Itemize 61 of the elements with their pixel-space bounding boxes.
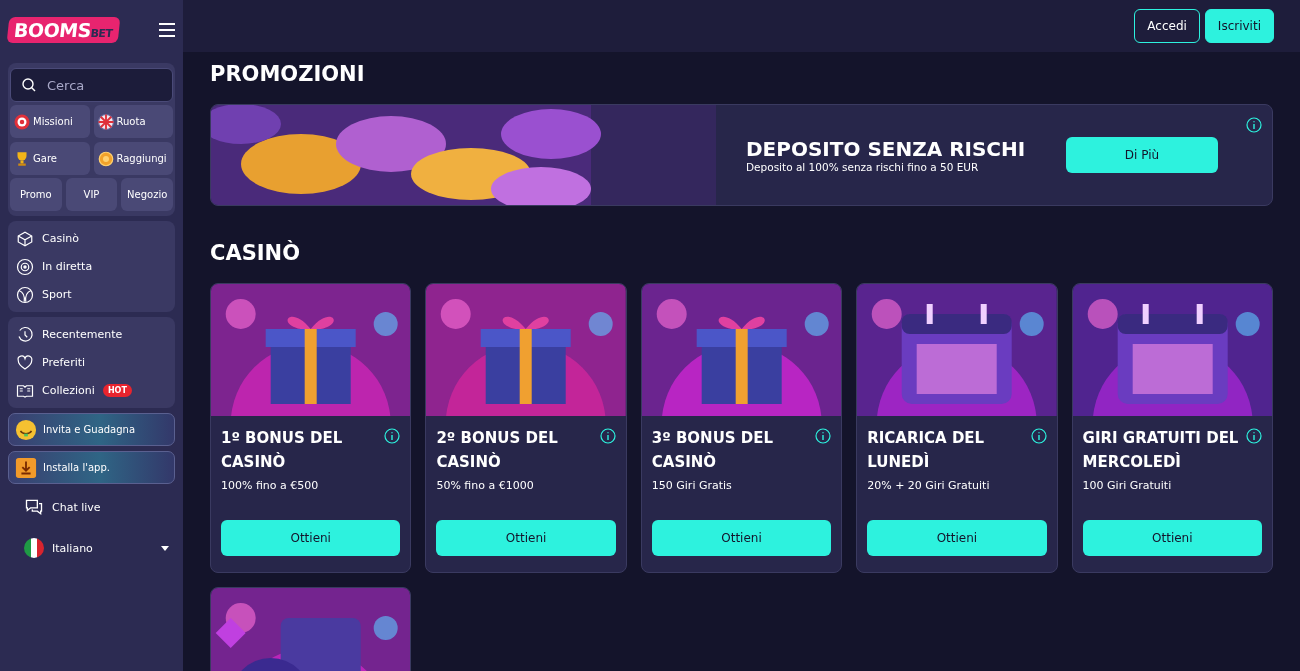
- card-title: 2º BONUS DEL CASINÒ: [436, 428, 559, 473]
- section-title: PROMOZIONI: [210, 62, 366, 86]
- nav-item[interactable]: Preferiti: [10, 350, 173, 375]
- quick-link[interactable]: Negozio: [121, 178, 173, 211]
- search-field[interactable]: Cerca: [10, 68, 173, 102]
- info-icon[interactable]: [815, 428, 832, 444]
- nav-item[interactable]: Sport: [10, 282, 173, 307]
- menu-icon[interactable]: [159, 23, 175, 37]
- nav-item[interactable]: Casinò: [10, 226, 173, 251]
- quick-link[interactable]: Missioni: [10, 105, 90, 138]
- chat-link[interactable]: Chat live: [8, 489, 175, 525]
- hot-badge: HOT: [102, 384, 132, 397]
- card-subtitle: 100% fino a €500: [221, 479, 320, 494]
- smiley-icon: [15, 418, 37, 441]
- card-subtitle: 100 Giri Gratuiti: [1082, 479, 1173, 494]
- card-subtitle: 50% fino a €1000: [436, 479, 535, 494]
- card-title: RICARICA DEL LUNEDÌ: [867, 428, 986, 473]
- caret-icon: [161, 545, 169, 551]
- quick-link[interactable]: Ruota: [93, 105, 173, 138]
- install-app-link[interactable]: Installa l'app.: [8, 451, 175, 484]
- quick-link[interactable]: Raggiungi: [93, 142, 173, 175]
- wheel-icon: [96, 112, 115, 131]
- card-title: GIRI GRATUITI DEL MERCOLEDÌ: [1082, 428, 1240, 473]
- info-icon[interactable]: [1246, 428, 1262, 444]
- info-icon[interactable]: [384, 428, 401, 444]
- card-title: 3º BONUS DEL CASINÒ: [651, 428, 775, 473]
- target-icon: [13, 112, 31, 131]
- logo[interactable]: BOOMSBET: [6, 17, 121, 43]
- live-icon: [16, 257, 34, 276]
- info-icon[interactable]: [1246, 117, 1262, 133]
- card-title: 1º BONUS DEL CASINÒ: [221, 428, 344, 473]
- chat-icon: [24, 497, 44, 517]
- banner-title: DEPOSITO SENZA RISCHI: [746, 137, 1027, 161]
- nav-item[interactable]: Collezioni HOT: [10, 378, 173, 403]
- banner-subtitle: Deposito al 100% senza rischi fino a 50 EUR: [746, 161, 980, 173]
- flag-icon: [24, 538, 44, 558]
- nav-item[interactable]: In diretta: [10, 254, 173, 279]
- heart-icon: [16, 353, 34, 372]
- card-subtitle: 20% + 20 Giri Gratuiti: [867, 479, 991, 494]
- invite-link[interactable]: Invita e Guadagna: [8, 413, 175, 446]
- info-icon[interactable]: [599, 428, 616, 444]
- medal-icon: [96, 149, 115, 168]
- claim-button[interactable]: Ottieni: [651, 520, 832, 556]
- quick-link[interactable]: VIP: [65, 178, 118, 211]
- claim-button[interactable]: Ottieni: [221, 520, 401, 556]
- nav-item[interactable]: Recentemente: [10, 322, 173, 347]
- more-button[interactable]: Di Più: [1066, 137, 1218, 173]
- info-icon[interactable]: [1030, 428, 1047, 444]
- claim-button[interactable]: Ottieni: [867, 520, 1047, 556]
- claim-button[interactable]: Ottieni: [1082, 520, 1262, 556]
- quick-link[interactable]: Gare: [10, 142, 90, 175]
- section-title: CASINÒ: [210, 241, 302, 265]
- claim-button[interactable]: Ottieni: [436, 520, 616, 556]
- download-icon: [15, 456, 37, 479]
- language-select[interactable]: Italiano: [8, 530, 175, 566]
- search-icon: [22, 78, 36, 92]
- quick-link[interactable]: Promo: [10, 178, 62, 211]
- card-subtitle: 150 Giri Gratis: [651, 479, 733, 494]
- login-button[interactable]: Accedi: [1134, 9, 1200, 43]
- history-icon: [16, 325, 34, 344]
- signup-button[interactable]: Iscriviti: [1204, 9, 1274, 43]
